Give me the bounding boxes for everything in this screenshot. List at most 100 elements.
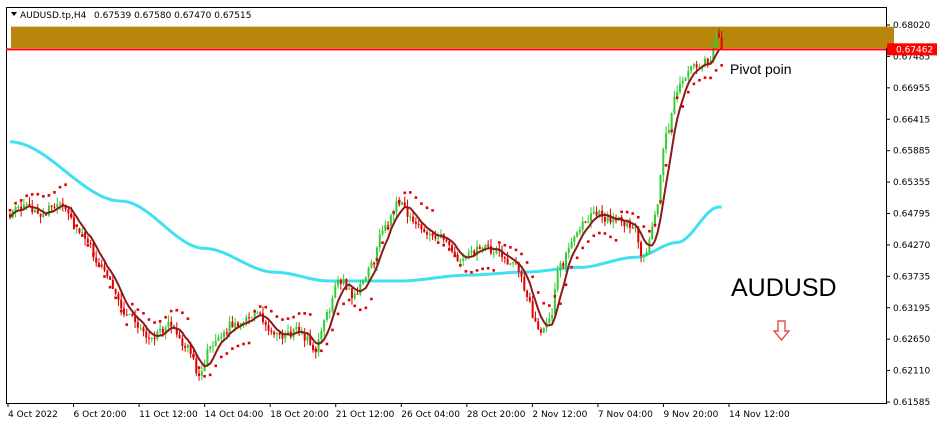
sar-dot [308, 313, 312, 316]
sar-dot [58, 185, 62, 189]
sar-dot [564, 283, 568, 287]
sar-dot [75, 224, 79, 227]
x-tick-label: 9 Nov 20:00 [663, 410, 718, 420]
time-axis[interactable]: 4 Oct 2022 6 Oct 20:00 11 Oct 12:00 14 Oct … [7, 403, 790, 420]
candle-body [273, 331, 276, 335]
sar-dot [681, 105, 685, 108]
candle-body [695, 64, 698, 68]
candle-body [581, 221, 584, 230]
candle-body [75, 228, 78, 230]
candle-body [595, 211, 598, 216]
candle-body [186, 344, 189, 348]
candle-body [470, 250, 473, 253]
sar-dot [609, 235, 612, 239]
price-axis[interactable]: 0.680200.674850.669550.664150.658850.653… [886, 21, 930, 408]
sar-dot [503, 243, 507, 247]
sar-dot [598, 231, 601, 235]
sar-dot [169, 309, 173, 313]
sar-dot [225, 352, 229, 355]
candle-body [659, 175, 662, 205]
y-tick-label: 0.64795 [893, 210, 930, 220]
sar-dot [431, 209, 434, 212]
candle-body [248, 317, 251, 319]
y-tick-label: 0.64270 [893, 241, 930, 251]
sar-dot [631, 212, 635, 215]
candle-body [312, 344, 315, 351]
candle-body [642, 255, 645, 257]
candle-body [328, 311, 331, 313]
candle-body [36, 209, 39, 214]
candle-body [253, 313, 256, 317]
candle-body [484, 244, 487, 249]
candle-body [640, 242, 643, 256]
candle-body [687, 70, 690, 78]
candle-body [209, 346, 212, 349]
candle-body [81, 232, 84, 234]
candle-body [250, 316, 253, 318]
candle-body [681, 80, 684, 84]
candle-body [400, 202, 403, 205]
sar-dot [625, 210, 629, 214]
candle-body [334, 285, 337, 298]
sar-dot [320, 349, 323, 353]
candle-body [592, 211, 595, 214]
candle-body [47, 205, 50, 216]
candle-body [136, 322, 139, 328]
candle-body [362, 280, 365, 284]
candle-body [587, 221, 590, 223]
sar-dot [342, 302, 345, 306]
candle-body [200, 371, 203, 377]
candle-body [337, 279, 340, 286]
chart-window[interactable]: AUDUSD.tp,H4 0.67539 0.67580 0.67470 0.6… [0, 0, 946, 435]
candle-body [542, 327, 545, 333]
sar-dot [481, 267, 484, 271]
candle-body [370, 262, 373, 268]
candle-body [520, 271, 523, 277]
candle-body [150, 337, 153, 339]
candle-body [492, 253, 495, 255]
y-tick-label: 0.65885 [893, 147, 930, 157]
sar-dot [542, 301, 546, 305]
candle-body [184, 346, 187, 348]
price-chart[interactable]: AUDUSD.tp,H4 0.67539 0.67580 0.67470 0.6… [0, 0, 946, 435]
candle-body [567, 248, 570, 253]
candle-body [25, 203, 28, 205]
candle-body [717, 33, 720, 38]
sar-dot [286, 317, 290, 320]
x-tick-label: 7 Nov 04:00 [598, 410, 653, 420]
candle-body [364, 277, 367, 281]
candle-body [584, 221, 587, 223]
candle-body [17, 206, 20, 208]
sar-dot [275, 315, 279, 318]
candle-body [551, 314, 554, 319]
sar-dot [425, 206, 429, 210]
sar-dot [86, 244, 90, 247]
sar-dot [253, 310, 256, 313]
candle-body [414, 221, 417, 224]
sar-dot [103, 275, 106, 278]
sar-dot [692, 82, 696, 86]
candle-body [662, 148, 665, 176]
candle-body [645, 252, 648, 256]
sar-dot [586, 240, 590, 243]
sar-dot [270, 309, 273, 313]
y-tick-label: 0.63195 [893, 304, 930, 314]
candle-body [267, 324, 270, 331]
candle-body [211, 345, 214, 347]
sar-dot [648, 229, 651, 233]
sar-dot [131, 302, 134, 306]
candle-body [437, 238, 440, 240]
sar-dot [575, 256, 579, 260]
sar-dot [114, 296, 117, 300]
sar-dot [97, 264, 101, 268]
sar-dot [242, 342, 245, 346]
candle-body [426, 232, 428, 235]
sar-dot [475, 269, 479, 272]
candle-body [503, 257, 506, 259]
sar-dot [214, 364, 218, 368]
y-tick-label: 0.62650 [893, 335, 930, 345]
candle-body [214, 340, 217, 346]
sar-dot [525, 261, 529, 264]
candle-body [692, 64, 695, 67]
candle-body [128, 314, 131, 316]
